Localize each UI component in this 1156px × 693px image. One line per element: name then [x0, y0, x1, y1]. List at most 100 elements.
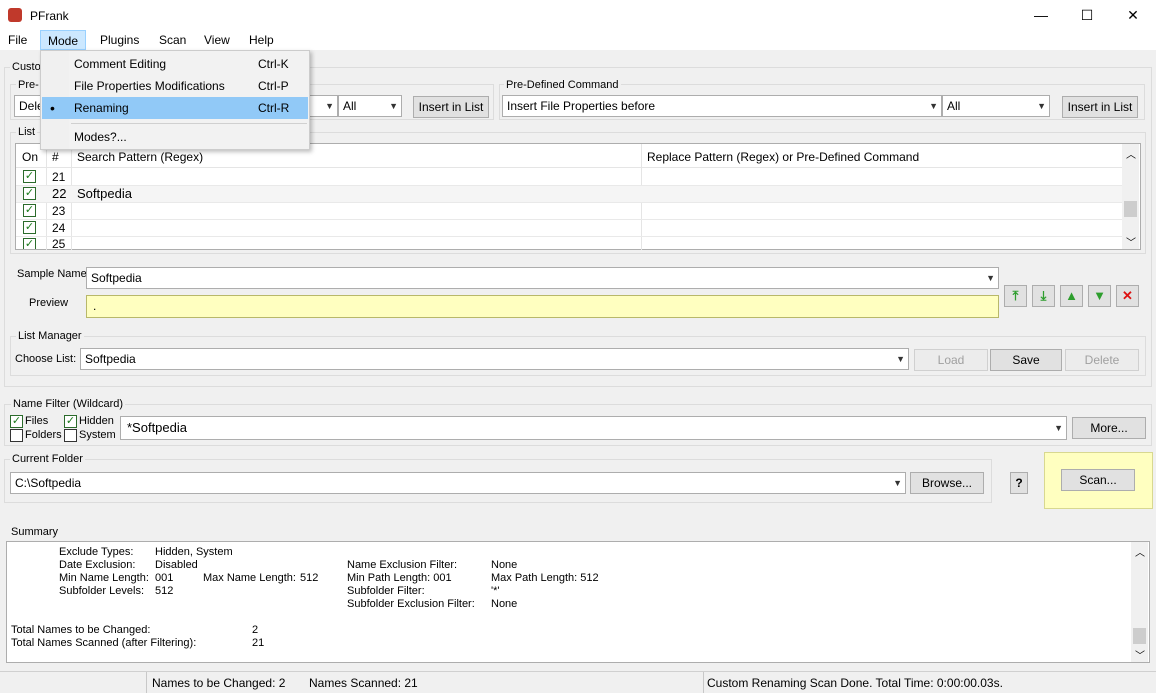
summary-key: Name Exclusion Filter: [347, 559, 458, 571]
menu-item-renaming[interactable]: • Renaming Ctrl-R [42, 97, 308, 119]
radio-bullet-icon: • [50, 100, 55, 116]
summary-value: None [491, 559, 518, 571]
minimize-button[interactable]: — [1018, 0, 1064, 30]
arrow-top-icon: ⤒ [1012, 288, 1019, 303]
status-divider [703, 672, 704, 693]
files-checkbox[interactable]: ✓ [10, 415, 23, 428]
preview-label: Preview [29, 297, 69, 309]
arrow-up-icon: ▲ [1065, 288, 1078, 303]
menu-mode[interactable]: Mode [40, 30, 87, 50]
scroll-down-icon[interactable]: ﹀ [1135, 647, 1145, 662]
row-enabled-checkbox[interactable]: ✓ [23, 238, 36, 249]
row-number: 22 [52, 186, 67, 201]
help-button[interactable]: ? [1010, 472, 1028, 494]
files-label: Files [25, 415, 49, 427]
table-row[interactable]: ✓ 24 [16, 219, 1122, 236]
load-list-button[interactable]: Load [914, 349, 988, 371]
menu-help[interactable]: Help [242, 30, 281, 50]
summary-value: '*' [491, 585, 500, 597]
row-number: 23 [52, 204, 66, 218]
row-divider [16, 202, 1122, 203]
more-button[interactable]: More... [1072, 417, 1146, 439]
arrow-down-icon: ▼ [1093, 288, 1106, 303]
summary-key: Subfolder Levels: [59, 585, 144, 597]
mode-menu-dropdown: Comment Editing Ctrl-K File Properties M… [40, 50, 310, 150]
scroll-thumb[interactable] [1124, 201, 1137, 217]
summary-value: 21 [252, 637, 265, 649]
menu-item-file-properties[interactable]: File Properties Modifications Ctrl-P [41, 75, 309, 97]
row-number: 24 [52, 221, 66, 235]
window-title: PFrank [30, 9, 69, 23]
hidden-checkbox[interactable]: ✓ [64, 415, 77, 428]
summary-value: 512 [300, 572, 319, 584]
summary-key: Min Name Length: [59, 572, 149, 584]
insert-in-list-button[interactable]: Insert in List [1062, 96, 1138, 118]
row-enabled-checkbox[interactable]: ✓ [23, 187, 36, 200]
arrow-bottom-icon: ⤓ [1040, 288, 1047, 303]
hidden-label: Hidden [79, 415, 114, 427]
summary-key: Date Exclusion: [59, 559, 136, 571]
predef-left-scope-combo[interactable]: All ▼ [338, 95, 402, 117]
summary-key: Total Names Scanned (after Filtering): [11, 637, 197, 649]
row-number: 25 [52, 237, 66, 249]
scroll-thumb[interactable] [1133, 628, 1146, 644]
menu-view[interactable]: View [197, 30, 237, 50]
menu-item-modes[interactable]: Modes?... [41, 126, 309, 148]
system-label: System [79, 429, 116, 441]
header-on[interactable]: On [22, 150, 38, 164]
row-enabled-checkbox[interactable]: ✓ [23, 221, 36, 234]
menu-item-shortcut: Ctrl-P [258, 79, 289, 93]
menu-item-label: Comment Editing [74, 57, 167, 71]
predefined-command-combo[interactable]: Insert File Properties before ▼ [502, 95, 942, 117]
move-top-button[interactable]: ⤒ [1004, 285, 1027, 307]
sample-name-label: Sample Name [17, 268, 87, 280]
header-replace-pattern[interactable]: Replace Pattern (Regex) or Pre-Defined C… [647, 150, 919, 164]
row-search[interactable]: Softpedia [77, 186, 132, 201]
row-enabled-checkbox[interactable]: ✓ [23, 204, 36, 217]
header-search-pattern[interactable]: Search Pattern (Regex) [77, 150, 203, 164]
row-enabled-checkbox[interactable]: ✓ [23, 170, 36, 183]
table-row[interactable]: ✓ 25 [16, 236, 1122, 249]
menu-item-shortcut: Ctrl-K [258, 57, 289, 71]
summary-value: Disabled [155, 559, 198, 571]
scan-button[interactable]: Scan... [1061, 469, 1135, 491]
browse-button[interactable]: Browse... [910, 472, 984, 494]
summary-key: Total Names to be Changed: [11, 624, 151, 636]
table-row[interactable]: ✓ 23 [16, 202, 1122, 219]
scroll-up-icon[interactable]: ︿ [1126, 146, 1136, 161]
current-folder-combo[interactable]: C:\Softpedia ▼ [10, 472, 906, 494]
preview-field: . [86, 295, 999, 318]
move-down-button[interactable]: ▼ [1088, 285, 1111, 307]
menu-item-comment-editing[interactable]: Comment Editing Ctrl-K [41, 53, 309, 75]
table-row[interactable]: ✓ 21 [16, 168, 1122, 185]
scroll-up-icon[interactable]: ︿ [1135, 544, 1145, 559]
row-divider [16, 236, 1122, 237]
move-up-button[interactable]: ▲ [1060, 285, 1083, 307]
move-bottom-button[interactable]: ⤓ [1032, 285, 1055, 307]
menu-item-label: File Properties Modifications [74, 79, 225, 93]
summary-value: 512 [155, 585, 174, 597]
table-row[interactable]: ✓ 22 Softpedia [16, 185, 1122, 202]
maximize-button[interactable]: ☐ [1064, 0, 1110, 30]
name-filter-combo[interactable]: *Softpedia ▼ [120, 416, 1067, 440]
delete-row-button[interactable]: ✕ [1116, 285, 1139, 307]
predefined-scope-combo[interactable]: All ▼ [942, 95, 1050, 117]
menu-file[interactable]: File [1, 30, 34, 50]
menu-plugins[interactable]: Plugins [93, 30, 146, 50]
delete-x-icon: ✕ [1122, 288, 1133, 303]
scroll-down-icon[interactable]: ﹀ [1126, 234, 1136, 249]
menu-scan[interactable]: Scan [152, 30, 193, 50]
close-button[interactable]: ✕ [1110, 0, 1156, 30]
folders-checkbox[interactable] [10, 429, 23, 442]
system-checkbox[interactable] [64, 429, 77, 442]
sample-name-combo[interactable]: Softpedia ▼ [86, 267, 999, 289]
save-list-button[interactable]: Save [990, 349, 1062, 371]
list-scrollbar[interactable]: ︿ ﹀ [1122, 144, 1139, 249]
header-number[interactable]: # [52, 150, 59, 164]
summary-scrollbar[interactable]: ︿ ﹀ [1131, 542, 1148, 662]
choose-list-combo[interactable]: Softpedia ▼ [80, 348, 909, 370]
delete-list-button[interactable]: Delete [1065, 349, 1139, 371]
folders-label: Folders [25, 429, 62, 441]
app-icon [8, 8, 22, 22]
insert-in-list-left-button[interactable]: Insert in List [413, 96, 489, 118]
